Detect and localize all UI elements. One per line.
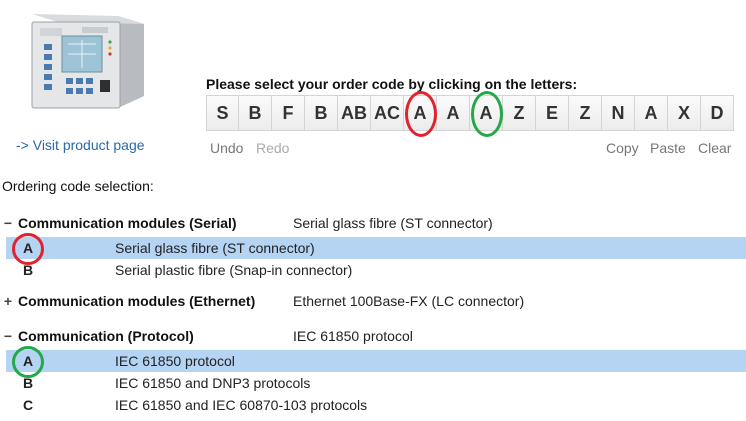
option-label: Serial plastic fibre (Snap-in connector) [115, 262, 353, 278]
order-code-letter-text: B [248, 102, 262, 123]
order-code-letter[interactable]: D [701, 95, 734, 131]
order-code-letter-text: Z [513, 102, 525, 123]
order-code-letter[interactable]: B [239, 95, 272, 131]
order-code-letter[interactable]: B [305, 95, 338, 131]
group-name: Communication modules (Ethernet) [18, 293, 256, 309]
redo-button[interactable]: Redo [256, 140, 289, 156]
group-selected-value: IEC 61850 protocol [293, 328, 413, 344]
expand-toggle-icon[interactable]: + [2, 293, 14, 309]
order-code-letter[interactable]: Z [569, 95, 602, 131]
order-code-letter-text: X [677, 102, 690, 123]
option-code: C [22, 397, 34, 413]
group-communication-protocol[interactable]: − Communication (Protocol) IEC 61850 pro… [0, 328, 746, 350]
order-code-bar: S B F B AB AC A A A Z E Z N A X D [206, 91, 734, 137]
visit-product-page-link[interactable]: -> Visit product page [16, 137, 145, 153]
order-code-letter-text: A [644, 102, 658, 123]
order-code-letter[interactable]: F [272, 95, 305, 131]
clear-button[interactable]: Clear [698, 140, 731, 156]
order-code-letter[interactable]: AC [371, 95, 404, 131]
option-row[interactable]: A Serial glass fibre (ST connector) [6, 233, 746, 265]
option-code: A [22, 353, 34, 369]
order-code-letter[interactable]: S [206, 95, 239, 131]
order-code-letter-text: S [216, 102, 229, 123]
order-code-letter-text: N [611, 102, 625, 123]
order-code-letter[interactable]: AB [338, 95, 371, 131]
order-code-letter-text: A [413, 102, 427, 123]
order-code-letter-text: F [282, 102, 294, 123]
order-code-letter-text: AB [341, 102, 367, 123]
order-code-letter[interactable]: A [470, 91, 503, 137]
order-code-letter[interactable]: E [536, 95, 569, 131]
paste-button[interactable]: Paste [650, 140, 686, 156]
option-row[interactable]: B IEC 61850 and DNP3 protocols [6, 372, 746, 394]
collapse-toggle-icon[interactable]: − [2, 328, 14, 344]
group-communication-modules-serial[interactable]: − Communication modules (Serial) Serial … [0, 215, 746, 237]
option-label: IEC 61850 and DNP3 protocols [115, 375, 311, 391]
group-communication-modules-ethernet[interactable]: + Communication modules (Ethernet) Ether… [0, 293, 746, 315]
product-image [22, 10, 148, 118]
copy-button[interactable]: Copy [606, 140, 639, 156]
order-code-letter-text: E [545, 102, 558, 123]
option-code: B [22, 262, 34, 278]
option-row[interactable]: B Serial plastic fibre (Snap-in connecto… [6, 259, 746, 281]
option-code: A [22, 240, 34, 256]
order-code-letter-text: Z [579, 102, 591, 123]
option-row[interactable]: C IEC 61850 and IEC 60870-103 protocols [6, 394, 746, 416]
group-selected-value: Serial glass fibre (ST connector) [293, 215, 493, 231]
order-code-prompt: Please select your order code by clickin… [206, 76, 578, 92]
order-code-letter-text: A [479, 102, 493, 123]
order-code-letter[interactable]: Z [503, 95, 536, 131]
order-code-letter-text: B [314, 102, 328, 123]
group-name: Communication modules (Serial) [18, 215, 237, 231]
order-code-letter-text: A [446, 102, 460, 123]
order-code-letter[interactable]: N [602, 95, 635, 131]
order-code-letter-text: AC [374, 102, 400, 123]
undo-button[interactable]: Undo [210, 140, 243, 156]
order-code-letter-text: D [710, 102, 724, 123]
option-label: IEC 61850 protocol [115, 353, 235, 369]
group-name: Communication (Protocol) [18, 328, 194, 344]
order-code-letter[interactable]: X [668, 95, 701, 131]
option-row[interactable]: A IEC 61850 protocol [6, 346, 746, 378]
order-code-letter[interactable]: A [437, 95, 470, 131]
ordering-code-selection-title: Ordering code selection: [2, 178, 154, 194]
option-code: B [22, 375, 34, 391]
order-code-letter[interactable]: A [404, 91, 437, 137]
order-code-letter[interactable]: A [635, 95, 668, 131]
group-selected-value: Ethernet 100Base-FX (LC connector) [293, 293, 525, 309]
option-label: Serial glass fibre (ST connector) [115, 240, 315, 256]
collapse-toggle-icon[interactable]: − [2, 215, 14, 231]
option-label: IEC 61850 and IEC 60870-103 protocols [115, 397, 368, 413]
